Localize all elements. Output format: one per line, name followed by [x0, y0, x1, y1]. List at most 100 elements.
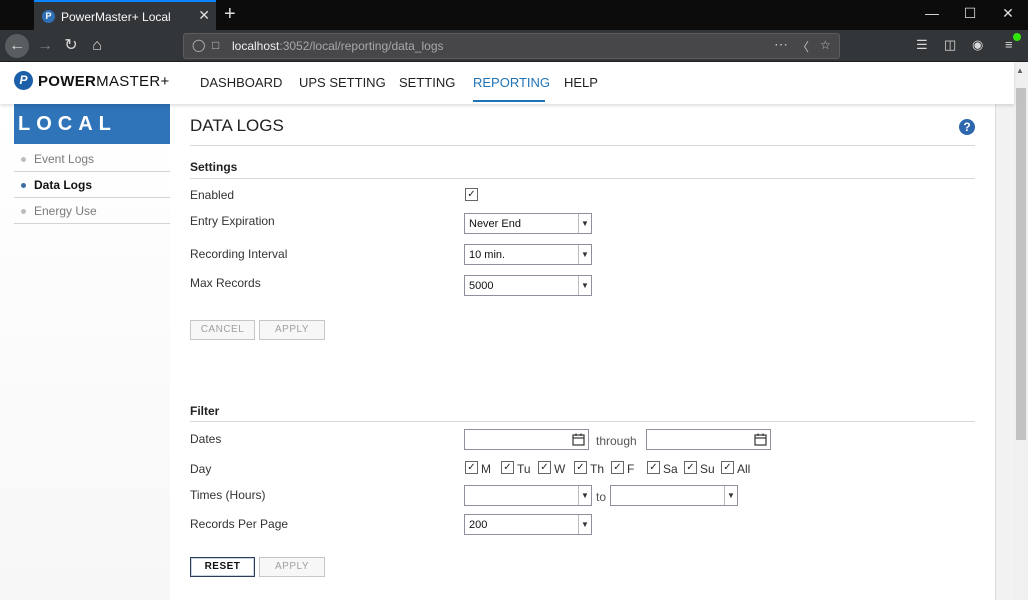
day-label-f: F	[627, 462, 635, 476]
settings-cancel-button[interactable]: CANCEL	[190, 320, 255, 340]
nav-help[interactable]: HELP	[564, 75, 598, 90]
url-text[interactable]: localhost:3052/local/reporting/data_logs	[232, 39, 444, 53]
day-checkbox-m[interactable]: ✓	[465, 461, 478, 474]
reload-icon[interactable]: ↻	[59, 34, 83, 58]
menu-icon[interactable]: ≡	[1005, 37, 1013, 52]
through-label: through	[596, 434, 637, 448]
page-title: DATA LOGS	[190, 116, 284, 135]
home-icon[interactable]: ⌂	[85, 34, 109, 58]
sidebar-item-data-logs[interactable]: Data Logs	[14, 172, 170, 198]
records-per-page-select[interactable]: 200 ▼	[464, 514, 592, 535]
day-checkbox-w[interactable]: ✓	[538, 461, 551, 474]
chevron-down-icon: ▼	[578, 276, 591, 295]
window-close-icon[interactable]: ✕	[998, 5, 1018, 22]
records-per-page-label: Records Per Page	[190, 517, 289, 531]
page-scrollbar[interactable]: ▲	[1014, 62, 1028, 600]
help-icon[interactable]: ?	[959, 119, 975, 135]
entry-expiration-select[interactable]: Never End ▼	[464, 213, 592, 234]
calendar-icon[interactable]	[571, 432, 586, 447]
star-icon[interactable]: ☆	[820, 38, 831, 52]
sidebar-item-energy-use[interactable]: Energy Use	[14, 198, 170, 224]
day-label-w: W	[554, 462, 566, 476]
dates-label: Dates	[190, 432, 222, 446]
scroll-up-icon[interactable]: ▲	[1016, 66, 1024, 75]
filter-apply-button[interactable]: APPLY	[259, 557, 325, 577]
enabled-label: Enabled	[190, 188, 235, 202]
day-checkbox-tu[interactable]: ✓	[501, 461, 514, 474]
time-to-select[interactable]: ▼	[610, 485, 738, 506]
page-icon: □	[212, 38, 220, 52]
day-label: Day	[190, 462, 212, 476]
settings-apply-button[interactable]: APPLY	[259, 320, 325, 340]
max-records-value: 5000	[469, 280, 494, 292]
forward-arrow-icon[interactable]: →	[33, 34, 57, 58]
chevron-down-icon: ▼	[578, 245, 591, 264]
filter-divider	[190, 421, 975, 422]
new-tab-button[interactable]: +	[224, 3, 236, 26]
scrollbar-thumb[interactable]	[1016, 88, 1026, 440]
minimize-icon[interactable]: —	[922, 5, 942, 21]
day-checkbox-th[interactable]: ✓	[574, 461, 587, 474]
browser-titlebar: P PowerMaster+ Local ✕ + — ☐ ✕	[0, 0, 1028, 30]
recording-interval-label: Recording Interval	[190, 247, 288, 261]
chevron-down-icon: ▼	[578, 515, 591, 534]
day-label-sa: Sa	[663, 462, 678, 476]
max-records-select[interactable]: 5000 ▼	[464, 275, 592, 296]
day-label-th: Th	[590, 462, 605, 476]
nav-reporting[interactable]: REPORTING	[473, 75, 550, 90]
app-header: P POWERMASTER+ DASHBOARD UPS SETTING SET…	[0, 62, 1014, 104]
nav-ups-setting[interactable]: UPS SETTING	[299, 75, 386, 90]
day-label-all: All	[737, 462, 751, 476]
maximize-icon[interactable]: ☐	[960, 5, 980, 22]
day-checkbox-all[interactable]: ✓	[721, 461, 734, 474]
back-arrow-icon[interactable]: ←	[5, 34, 29, 58]
bullet-icon	[21, 157, 26, 162]
bullet-icon	[21, 183, 26, 188]
sidebar-icon[interactable]: ◫	[944, 37, 956, 53]
active-nav-indicator	[473, 100, 545, 102]
day-checkbox-sa[interactable]: ✓	[647, 461, 660, 474]
settings-heading: Settings	[190, 160, 238, 174]
calendar-icon[interactable]	[753, 432, 768, 447]
day-label-m: M	[481, 462, 491, 476]
filter-heading: Filter	[190, 404, 220, 418]
entry-expiration-value: Never End	[469, 218, 521, 230]
day-label-tu: Tu	[517, 462, 531, 476]
max-records-label: Max Records	[190, 276, 261, 290]
filter-reset-button[interactable]: RESET	[190, 557, 255, 577]
tab-close-icon[interactable]: ✕	[198, 7, 210, 24]
chevron-down-icon: ▼	[578, 486, 591, 505]
recording-interval-select[interactable]: 10 min. ▼	[464, 244, 592, 265]
to-label: to	[596, 490, 607, 504]
date-from-input[interactable]	[464, 429, 589, 450]
account-icon[interactable]: ◉	[972, 37, 983, 53]
pocket-icon[interactable]: 〈	[797, 38, 809, 55]
title-divider	[190, 145, 975, 146]
chevron-down-icon: ▼	[578, 214, 591, 233]
sidebar-item-event-logs[interactable]: Event Logs	[14, 146, 170, 172]
browser-tab[interactable]: P PowerMaster+ Local ✕	[34, 0, 216, 30]
tab-title: PowerMaster+ Local	[61, 10, 171, 24]
bullet-icon	[21, 209, 26, 214]
sidebar-item-label: Data Logs	[34, 178, 93, 192]
day-label-su: Su	[700, 462, 715, 476]
nav-dashboard[interactable]: DASHBOARD	[200, 75, 282, 90]
chevron-down-icon: ▼	[724, 486, 737, 505]
nav-setting[interactable]: SETTING	[399, 75, 455, 90]
date-to-input[interactable]	[646, 429, 771, 450]
shield-icon[interactable]: ◯	[192, 38, 205, 52]
time-from-select[interactable]: ▼	[464, 485, 592, 506]
library-icon[interactable]: ☰	[916, 37, 928, 53]
powermaster-logo-icon: P	[14, 71, 33, 90]
brand-name: POWERMASTER+	[38, 73, 170, 90]
sidebar: LOCAL Event Logs Data Logs Energy Use	[0, 104, 170, 600]
settings-divider	[190, 178, 975, 179]
enabled-checkbox[interactable]: ✓	[465, 188, 478, 201]
more-icon[interactable]: ⋯	[774, 36, 788, 53]
address-bar[interactable]: ◯ □ localhost:3052/local/reporting/data_…	[183, 33, 840, 59]
records-per-page-value: 200	[469, 519, 488, 531]
day-checkbox-su[interactable]: ✓	[684, 461, 697, 474]
day-checkbox-f[interactable]: ✓	[611, 461, 624, 474]
entry-expiration-label: Entry Expiration	[190, 214, 275, 228]
sidebar-title: LOCAL	[14, 104, 170, 144]
